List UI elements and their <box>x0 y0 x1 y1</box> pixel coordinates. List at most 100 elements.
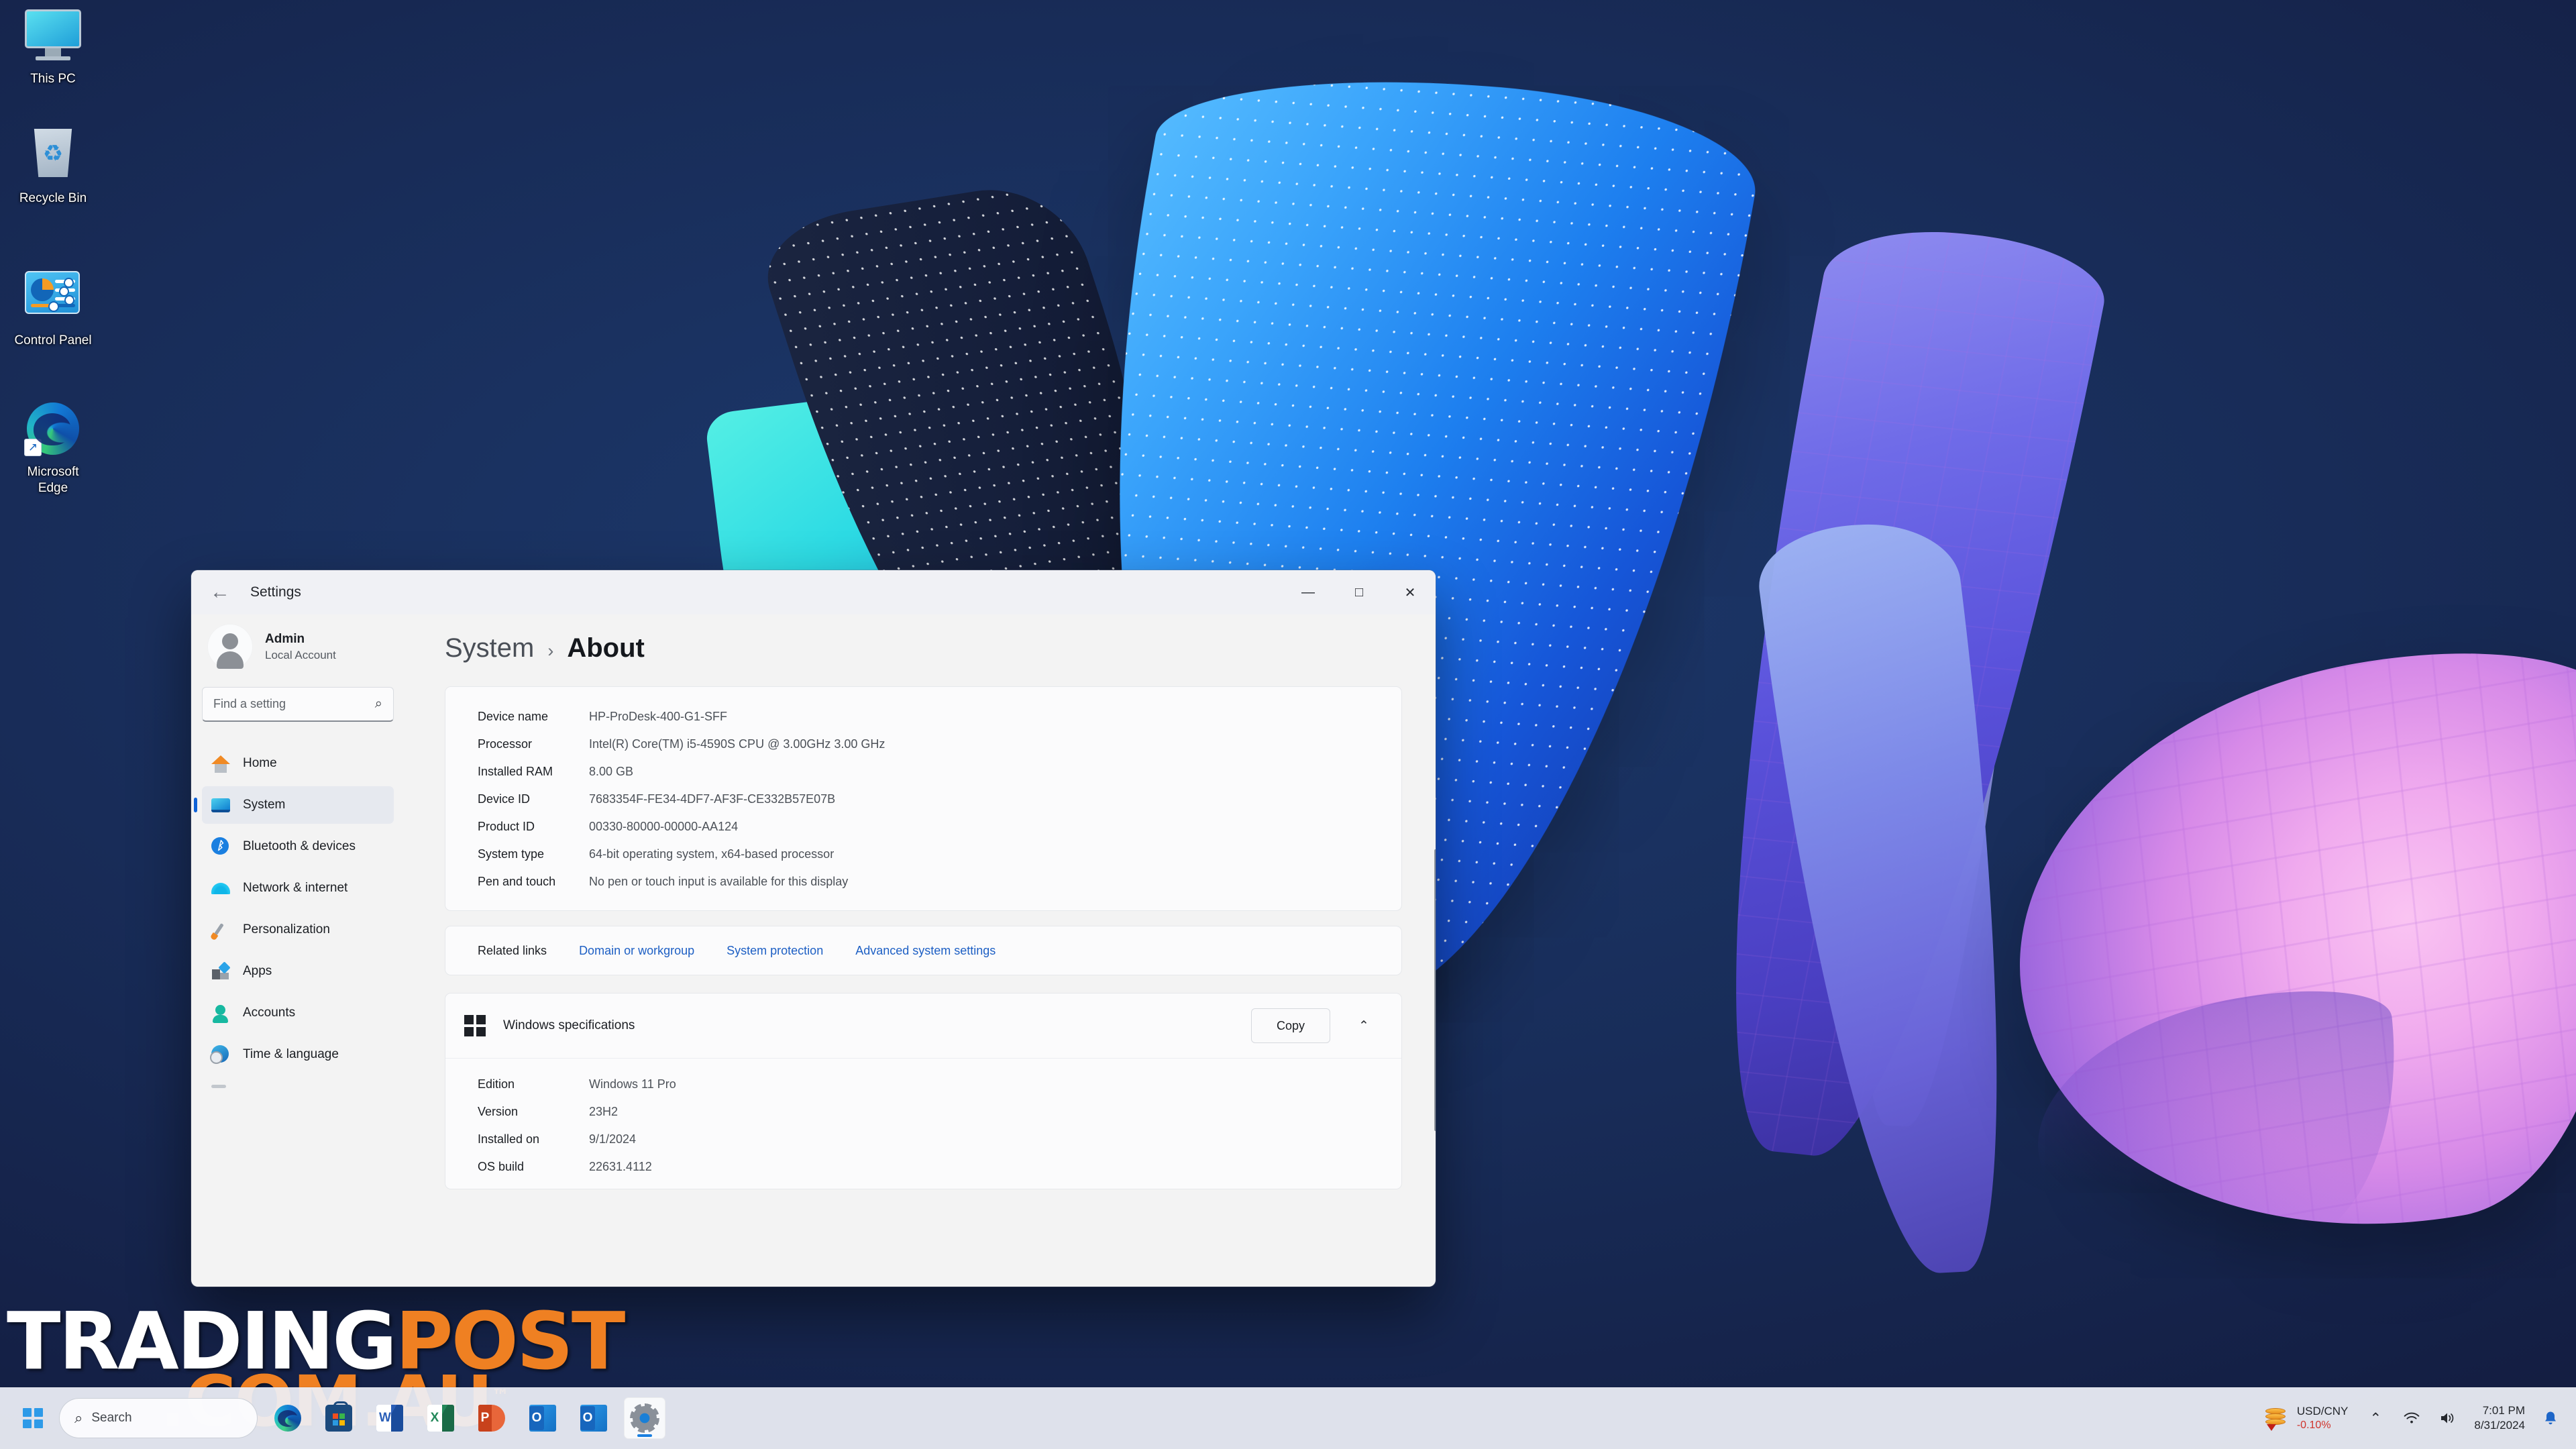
spec-key: Edition <box>478 1077 515 1091</box>
search-input-wrapper[interactable]: ⌕ <box>202 687 394 722</box>
outlook-classic-icon <box>580 1405 607 1432</box>
sidebar-item-label: Time & language <box>243 1047 339 1061</box>
taskbar-app-settings[interactable] <box>624 1397 665 1439</box>
sidebar-item-label: Bluetooth & devices <box>243 839 356 853</box>
desktop-icon-label: Microsoft Edge <box>27 465 79 495</box>
taskbar-app-powerpoint[interactable] <box>471 1397 513 1439</box>
account-person-icon <box>211 1004 230 1023</box>
sidebar-item-apps[interactable]: Apps <box>202 953 394 990</box>
sidebar-item-personalization[interactable]: Personalization <box>202 911 394 949</box>
table-row: Installed RAM 8.00 GB <box>445 758 1401 786</box>
outlook-icon <box>529 1405 556 1432</box>
chevron-right-icon: › <box>547 641 554 661</box>
table-row: Processor Intel(R) Core(TM) i5-4590S CPU… <box>445 731 1401 758</box>
clock-globe-icon <box>210 1045 230 1064</box>
back-button[interactable]: ← <box>198 576 242 609</box>
spec-value: Intel(R) Core(TM) i5-4590S CPU @ 3.00GHz… <box>589 737 885 751</box>
spec-key: Installed on <box>478 1132 540 1146</box>
table-row: Edition Windows 11 Pro <box>445 1071 1401 1098</box>
clock-time: 7:01 PM <box>2482 1404 2525 1417</box>
taskbar-app-excel[interactable] <box>420 1397 462 1439</box>
taskbar: ⌕ Search W USD/CNY -0.10% <box>0 1387 2576 1449</box>
windows-specifications-title: Windows specifications <box>503 1018 635 1032</box>
start-button[interactable] <box>12 1397 54 1439</box>
related-links-card: Related links Domain or workgroup System… <box>445 926 1402 975</box>
windows-specifications-rows: Edition Windows 11 Pro Version 23H2 Inst… <box>445 1058 1401 1189</box>
this-pc-icon <box>25 9 81 66</box>
recycle-bin-icon: ♻ <box>25 129 81 185</box>
wallpaper-petal-pink <box>1994 617 2576 1288</box>
window-titlebar: ← Settings — □ ✕ <box>191 570 1436 614</box>
taskbar-app-edge[interactable] <box>267 1397 309 1439</box>
settings-gear-icon <box>633 1406 657 1430</box>
windows-start-icon <box>23 1408 43 1428</box>
home-icon <box>211 754 230 773</box>
desktop-icon-label: Recycle Bin <box>19 191 87 205</box>
powerpoint-icon <box>478 1405 505 1432</box>
settings-sidebar: Admin Local Account ⌕ Home System ᛒ Blue… <box>191 614 405 1287</box>
taskbar-app-store[interactable] <box>318 1397 360 1439</box>
device-specifications-card: Device name HP-ProDesk-400-G1-SFF Proces… <box>445 686 1402 911</box>
desktop-icon-control-panel[interactable]: Control Panel <box>3 264 103 349</box>
user-profile[interactable]: Admin Local Account <box>202 614 394 687</box>
taskbar-app-outlook[interactable] <box>522 1397 564 1439</box>
breadcrumb-parent[interactable]: System <box>445 633 534 663</box>
chevron-up-icon[interactable]: ⌃ <box>1348 1018 1380 1034</box>
sidebar-item-partial[interactable] <box>202 1077 394 1095</box>
spec-value: 64-bit operating system, x64-based proce… <box>589 847 835 861</box>
spec-value: 8.00 GB <box>589 765 634 778</box>
avatar <box>207 624 253 669</box>
taskbar-app-outlook-classic[interactable] <box>573 1397 614 1439</box>
taskbar-app-word[interactable]: W <box>369 1397 411 1439</box>
spec-value: 22631.4112 <box>589 1160 652 1173</box>
desktop-icon-this-pc[interactable]: This PC <box>3 9 103 87</box>
minimize-button[interactable]: — <box>1283 570 1334 614</box>
desktop-icon-recycle-bin[interactable]: ♻ Recycle Bin <box>3 129 103 207</box>
window-title: Settings <box>250 584 301 600</box>
windows-specifications-header[interactable]: Windows specifications Copy ⌃ <box>445 994 1401 1058</box>
taskbar-clock[interactable]: 7:01 PM 8/31/2024 <box>2466 1403 2536 1433</box>
stock-widget[interactable]: USD/CNY -0.10% <box>2255 1397 2358 1439</box>
chevron-up-icon[interactable]: ⌃ <box>2357 1397 2394 1439</box>
speaker-icon[interactable] <box>2430 1397 2466 1439</box>
sidebar-item-bluetooth-devices[interactable]: ᛒ Bluetooth & devices <box>202 828 394 865</box>
spec-key: OS build <box>478 1160 525 1173</box>
sidebar-item-accounts[interactable]: Accounts <box>202 994 394 1032</box>
desktop-icon-microsoft-edge[interactable]: ↗ Microsoft Edge <box>3 402 103 496</box>
sidebar-item-network-internet[interactable]: Network & internet <box>202 869 394 907</box>
content-scrollbar[interactable] <box>1434 849 1436 1131</box>
spec-key: Version <box>478 1105 519 1118</box>
breadcrumb: System › About <box>445 614 1402 686</box>
clock-date: 8/31/2024 <box>2474 1419 2525 1432</box>
wifi-icon[interactable] <box>2394 1397 2430 1439</box>
sidebar-item-label: System <box>243 798 286 812</box>
taskbar-search[interactable]: ⌕ Search <box>59 1398 258 1438</box>
sidebar-item-home[interactable]: Home <box>202 745 394 782</box>
copy-button[interactable]: Copy <box>1251 1008 1330 1043</box>
sidebar-item-system[interactable]: System <box>202 786 394 824</box>
control-panel-icon <box>25 271 81 327</box>
taskbar-search-placeholder: Search <box>91 1411 132 1425</box>
sidebar-item-label: Home <box>243 756 277 770</box>
system-tray: USD/CNY -0.10% ⌃ 7:01 PM 8/31/2024 <box>2255 1397 2565 1439</box>
table-row: Installed on 9/1/2024 <box>445 1126 1401 1153</box>
window-controls: — □ ✕ <box>1283 570 1436 614</box>
page-title: About <box>567 633 645 663</box>
link-system-protection[interactable]: System protection <box>727 944 823 958</box>
sidebar-item-time-language[interactable]: Time & language <box>202 1036 394 1073</box>
bell-icon[interactable] <box>2536 1397 2565 1439</box>
close-button[interactable]: ✕ <box>1385 570 1436 614</box>
search-icon: ⌕ <box>374 696 382 711</box>
settings-content: System › About Device name HP-ProDesk-40… <box>405 614 1436 1287</box>
spec-key: System type <box>478 847 545 861</box>
link-advanced-system-settings[interactable]: Advanced system settings <box>855 944 996 958</box>
maximize-button[interactable]: □ <box>1334 570 1385 614</box>
wifi-icon <box>211 879 230 898</box>
link-domain-or-workgroup[interactable]: Domain or workgroup <box>579 944 694 958</box>
spec-key: Device name <box>478 710 549 723</box>
windows-specifications-card: Windows specifications Copy ⌃ Edition Wi… <box>445 993 1402 1189</box>
spec-key: Pen and touch <box>478 875 556 888</box>
sidebar-item-label: Accounts <box>243 1006 296 1020</box>
spec-value: 23H2 <box>589 1105 619 1118</box>
search-input[interactable] <box>213 697 375 711</box>
